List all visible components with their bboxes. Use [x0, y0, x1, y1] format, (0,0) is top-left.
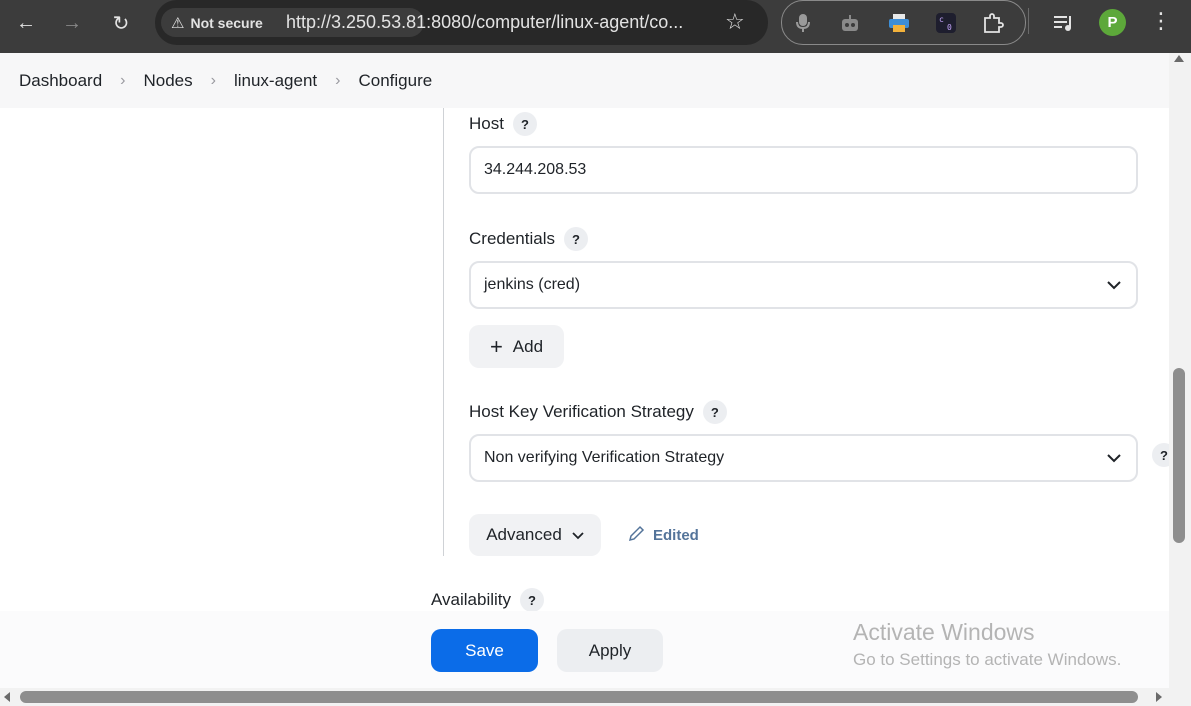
security-label: Not secure — [190, 14, 263, 31]
edited-label: Edited — [653, 527, 699, 544]
browser-menu-icon[interactable]: ⋮ — [1150, 8, 1172, 34]
pencil-icon — [628, 525, 645, 546]
credentials-label-text: Credentials — [469, 229, 555, 248]
chevron-right-icon: › — [210, 71, 216, 89]
credentials-label: Credentials ? — [469, 227, 588, 251]
reload-icon[interactable]: ↻ — [107, 9, 135, 37]
microphone-icon[interactable] — [790, 10, 816, 36]
toolbar-divider — [1028, 8, 1029, 34]
vertical-scrollbar[interactable] — [1169, 53, 1191, 688]
extensions-group: c0 — [781, 0, 1026, 45]
availability-help-button[interactable]: ? — [520, 588, 545, 612]
puzzle-extensions-icon[interactable] — [980, 10, 1006, 36]
scroll-right-arrow-icon[interactable] — [1156, 692, 1162, 702]
chevron-right-icon: › — [120, 71, 126, 89]
url-text[interactable]: http://3.250.53.81:8080/computer/linux-a… — [286, 12, 706, 33]
host-key-strategy-select[interactable]: Non verifying Verification Strategy — [469, 434, 1138, 482]
vertical-scroll-thumb[interactable] — [1173, 368, 1185, 543]
horizontal-scroll-thumb[interactable] — [20, 691, 1138, 703]
scroll-left-arrow-icon[interactable] — [4, 692, 10, 702]
chevron-right-icon: › — [335, 71, 341, 89]
code-extension-icon[interactable]: c0 — [933, 10, 959, 36]
activate-windows-title: Activate Windows — [853, 619, 1035, 645]
credentials-selected: jenkins (cred) — [484, 276, 581, 293]
host-value: 34.244.208.53 — [484, 161, 587, 178]
add-credentials-button[interactable]: + Add — [469, 325, 564, 368]
scroll-up-arrow-icon[interactable] — [1174, 55, 1184, 62]
host-input[interactable]: 34.244.208.53 — [469, 146, 1138, 194]
svg-text:0: 0 — [947, 23, 952, 32]
scrollbar-corner — [1169, 688, 1191, 706]
availability-label: Availability ? — [431, 588, 545, 612]
add-label: Add — [512, 336, 544, 356]
section-divider — [443, 108, 444, 556]
printer-extension-icon[interactable] — [886, 10, 912, 36]
credentials-help-button[interactable]: ? — [564, 227, 588, 251]
breadcrumb-configure[interactable]: Configure — [358, 71, 432, 91]
address-bar[interactable]: ⚠ Not secure http://3.250.53.81:8080/com… — [155, 0, 768, 45]
host-label-text: Host — [469, 114, 504, 133]
breadcrumb-dashboard[interactable]: Dashboard — [19, 71, 102, 91]
apply-button[interactable]: Apply — [557, 629, 663, 672]
robot-extension-icon[interactable] — [837, 10, 863, 36]
host-key-label: Host Key Verification Strategy ? — [469, 400, 727, 424]
host-key-label-text: Host Key Verification Strategy — [469, 402, 694, 421]
credentials-select[interactable]: jenkins (cred) — [469, 261, 1138, 309]
activate-windows-subtitle: Go to Settings to activate Windows. — [853, 650, 1122, 669]
advanced-label: Advanced — [486, 525, 562, 544]
save-button[interactable]: Save — [431, 629, 538, 672]
media-queue-icon[interactable] — [1050, 9, 1078, 37]
horizontal-scrollbar[interactable] — [0, 688, 1169, 706]
breadcrumb: Dashboard › Nodes › linux-agent › Config… — [0, 53, 1169, 108]
warning-icon: ⚠ — [171, 14, 185, 32]
plus-icon: + — [489, 333, 503, 359]
host-label: Host ? — [469, 112, 537, 136]
breadcrumb-nodes[interactable]: Nodes — [144, 71, 193, 91]
host-key-help-button[interactable]: ? — [702, 400, 727, 424]
browser-toolbar: ← → ↻ ⚠ Not secure http://3.250.53.81:80… — [0, 0, 1191, 53]
host-help-button[interactable]: ? — [512, 112, 537, 136]
svg-text:c: c — [939, 15, 944, 24]
availability-label-text: Availability — [431, 590, 512, 609]
back-icon[interactable]: ← — [12, 9, 40, 37]
profile-avatar[interactable]: P — [1099, 9, 1126, 36]
bookmark-star-icon[interactable]: ☆ — [725, 9, 745, 35]
chevron-down-icon — [572, 528, 584, 543]
main-content: Host ? 34.244.208.53 Credentials ? jenki… — [0, 108, 1176, 686]
breadcrumb-linux-agent[interactable]: linux-agent — [234, 71, 317, 91]
forward-icon[interactable]: → — [58, 9, 86, 37]
advanced-button[interactable]: Advanced — [469, 514, 601, 556]
host-key-selected: Non verifying Verification Strategy — [484, 449, 725, 466]
chevron-down-icon — [1107, 454, 1121, 463]
chevron-down-icon — [1107, 281, 1121, 290]
edited-indicator: Edited — [628, 525, 699, 546]
